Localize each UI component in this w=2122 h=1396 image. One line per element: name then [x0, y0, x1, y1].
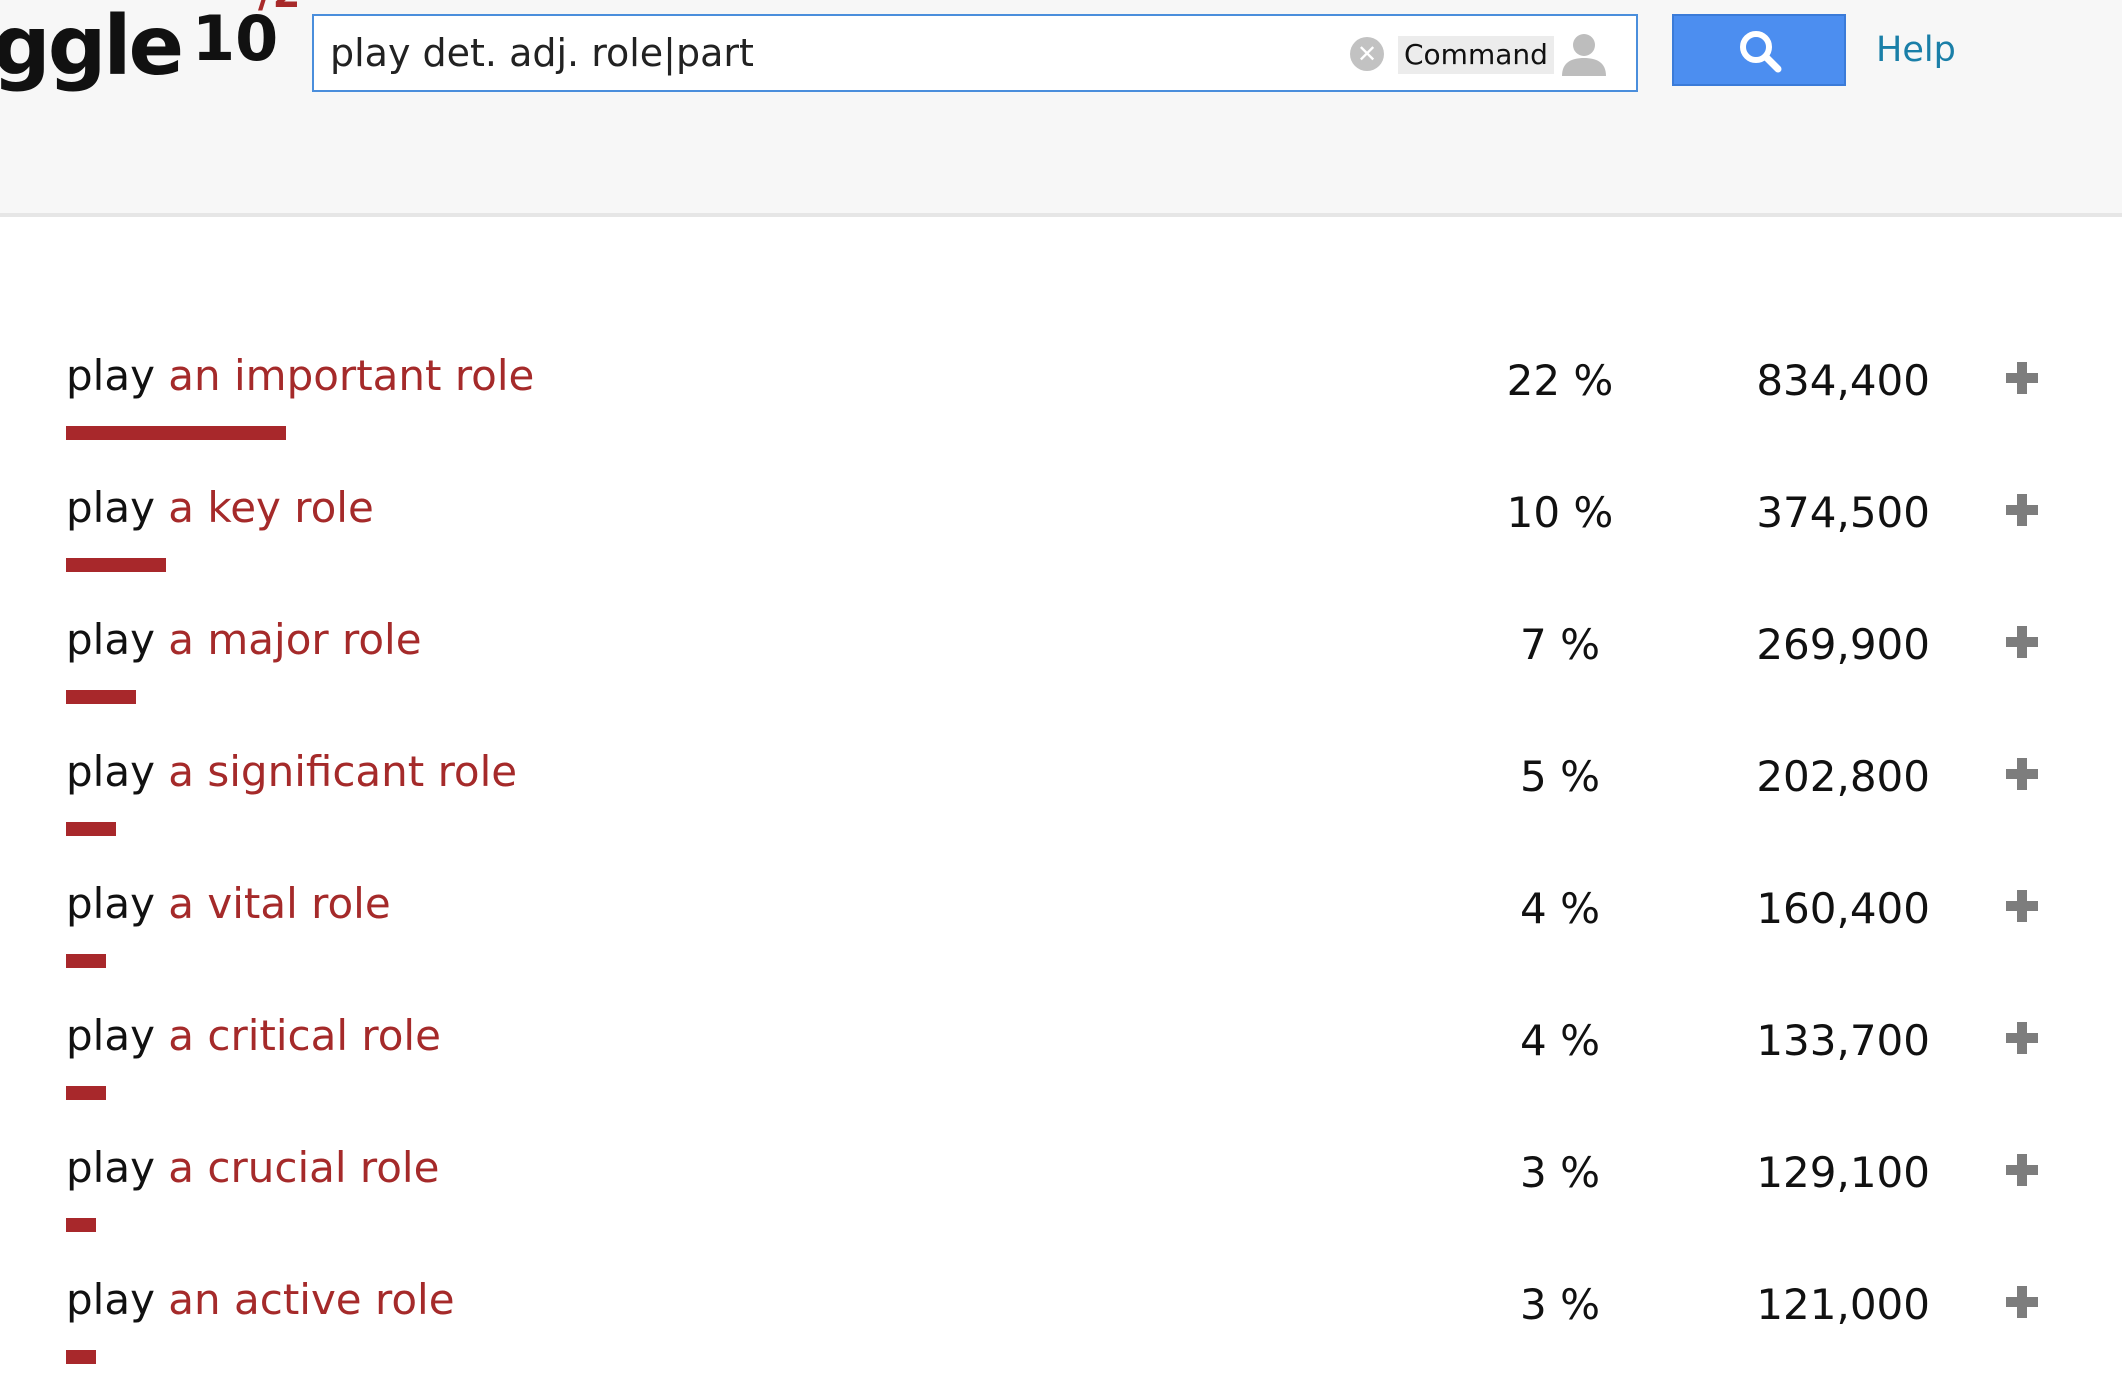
- result-phrase[interactable]: play a key role: [66, 482, 374, 534]
- phrase-fixed-part: play: [66, 615, 155, 664]
- result-phrase[interactable]: play an active role: [66, 1274, 455, 1326]
- command-label[interactable]: Command: [1398, 36, 1554, 74]
- result-phrase[interactable]: play a major role: [66, 614, 422, 666]
- result-row[interactable]: play an active role 3 % 121,000: [0, 1264, 2122, 1396]
- result-count: 121,000: [1756, 1280, 1930, 1329]
- plus-icon[interactable]: [2004, 756, 2040, 792]
- phrase-variable-part: a crucial role: [168, 1143, 440, 1192]
- logo-superscript: /2: [258, 0, 300, 14]
- logo-number: 10: [192, 2, 279, 75]
- result-row[interactable]: play a critical role 4 % 133,700: [0, 1000, 2122, 1132]
- result-percent: 10 %: [1506, 488, 1614, 537]
- frequency-bar: [66, 690, 136, 704]
- phrase-fixed-part: play: [66, 747, 155, 796]
- plus-icon[interactable]: [2004, 888, 2040, 924]
- frequency-bar: [66, 1350, 96, 1364]
- phrase-fixed-part: play: [66, 351, 155, 400]
- result-count: 202,800: [1756, 752, 1930, 801]
- plus-icon[interactable]: [2004, 492, 2040, 528]
- frequency-bar: [66, 954, 106, 968]
- help-link[interactable]: Help: [1876, 28, 1956, 72]
- frequency-bar: [66, 822, 116, 836]
- result-percent: 3 %: [1520, 1148, 1600, 1197]
- result-count: 834,400: [1756, 356, 1930, 405]
- phrase-variable-part: a critical role: [168, 1011, 441, 1060]
- plus-icon[interactable]: [2004, 1152, 2040, 1188]
- result-count: 133,700: [1756, 1016, 1930, 1065]
- result-count: 269,900: [1756, 620, 1930, 669]
- search-input[interactable]: play det. adj. role|part ✕ Command: [312, 14, 1638, 92]
- logo-text: ggle: [0, 0, 184, 94]
- result-phrase[interactable]: play a significant role: [66, 746, 517, 798]
- phrase-variable-part: a vital role: [168, 879, 391, 928]
- result-count: 160,400: [1756, 884, 1930, 933]
- search-icon: [1740, 31, 1782, 73]
- result-percent: 22 %: [1506, 356, 1614, 405]
- result-percent: 4 %: [1520, 884, 1600, 933]
- user-icon[interactable]: [1558, 28, 1610, 80]
- frequency-bar: [66, 558, 166, 572]
- result-phrase[interactable]: play a crucial role: [66, 1142, 439, 1194]
- result-row[interactable]: play a vital role 4 % 160,400: [0, 868, 2122, 1000]
- result-percent: 5 %: [1520, 752, 1600, 801]
- plus-icon[interactable]: [2004, 360, 2040, 396]
- logo[interactable]: ggle: [0, 6, 184, 88]
- result-phrase[interactable]: play a vital role: [66, 878, 391, 930]
- phrase-variable-part: a key role: [168, 483, 374, 532]
- phrase-variable-part: an active role: [168, 1275, 455, 1324]
- phrase-variable-part: a major role: [168, 615, 422, 664]
- phrase-variable-part: an important role: [168, 351, 535, 400]
- result-count: 129,100: [1756, 1148, 1930, 1197]
- result-row[interactable]: play a key role 10 % 374,500: [0, 472, 2122, 604]
- result-row[interactable]: play a crucial role 3 % 129,100: [0, 1132, 2122, 1264]
- phrase-variable-part: a significant role: [168, 747, 518, 796]
- clear-icon[interactable]: ✕: [1350, 37, 1384, 71]
- result-percent: 4 %: [1520, 1016, 1600, 1065]
- plus-icon[interactable]: [2004, 1020, 2040, 1056]
- result-phrase[interactable]: play a critical role: [66, 1010, 441, 1062]
- phrase-fixed-part: play: [66, 879, 155, 928]
- plus-icon[interactable]: [2004, 624, 2040, 660]
- result-row[interactable]: play a significant role 5 % 202,800: [0, 736, 2122, 868]
- result-row[interactable]: play an important role 22 % 834,400: [0, 340, 2122, 472]
- phrase-fixed-part: play: [66, 1275, 155, 1324]
- result-row[interactable]: play a major role 7 % 269,900: [0, 604, 2122, 736]
- result-percent: 7 %: [1520, 620, 1600, 669]
- frequency-bar: [66, 1218, 96, 1232]
- frequency-bar: [66, 1086, 106, 1100]
- phrase-fixed-part: play: [66, 1011, 155, 1060]
- result-percent: 3 %: [1520, 1280, 1600, 1329]
- result-phrase[interactable]: play an important role: [66, 350, 534, 402]
- plus-icon[interactable]: [2004, 1284, 2040, 1320]
- search-query-text[interactable]: play det. adj. role|part: [330, 30, 754, 76]
- phrase-fixed-part: play: [66, 1143, 155, 1192]
- result-count: 374,500: [1756, 488, 1930, 537]
- search-button[interactable]: [1672, 14, 1846, 86]
- phrase-fixed-part: play: [66, 483, 155, 532]
- frequency-bar: [66, 426, 286, 440]
- header-bar: ggle 10 /2 play det. adj. role|part ✕ Co…: [0, 0, 2122, 217]
